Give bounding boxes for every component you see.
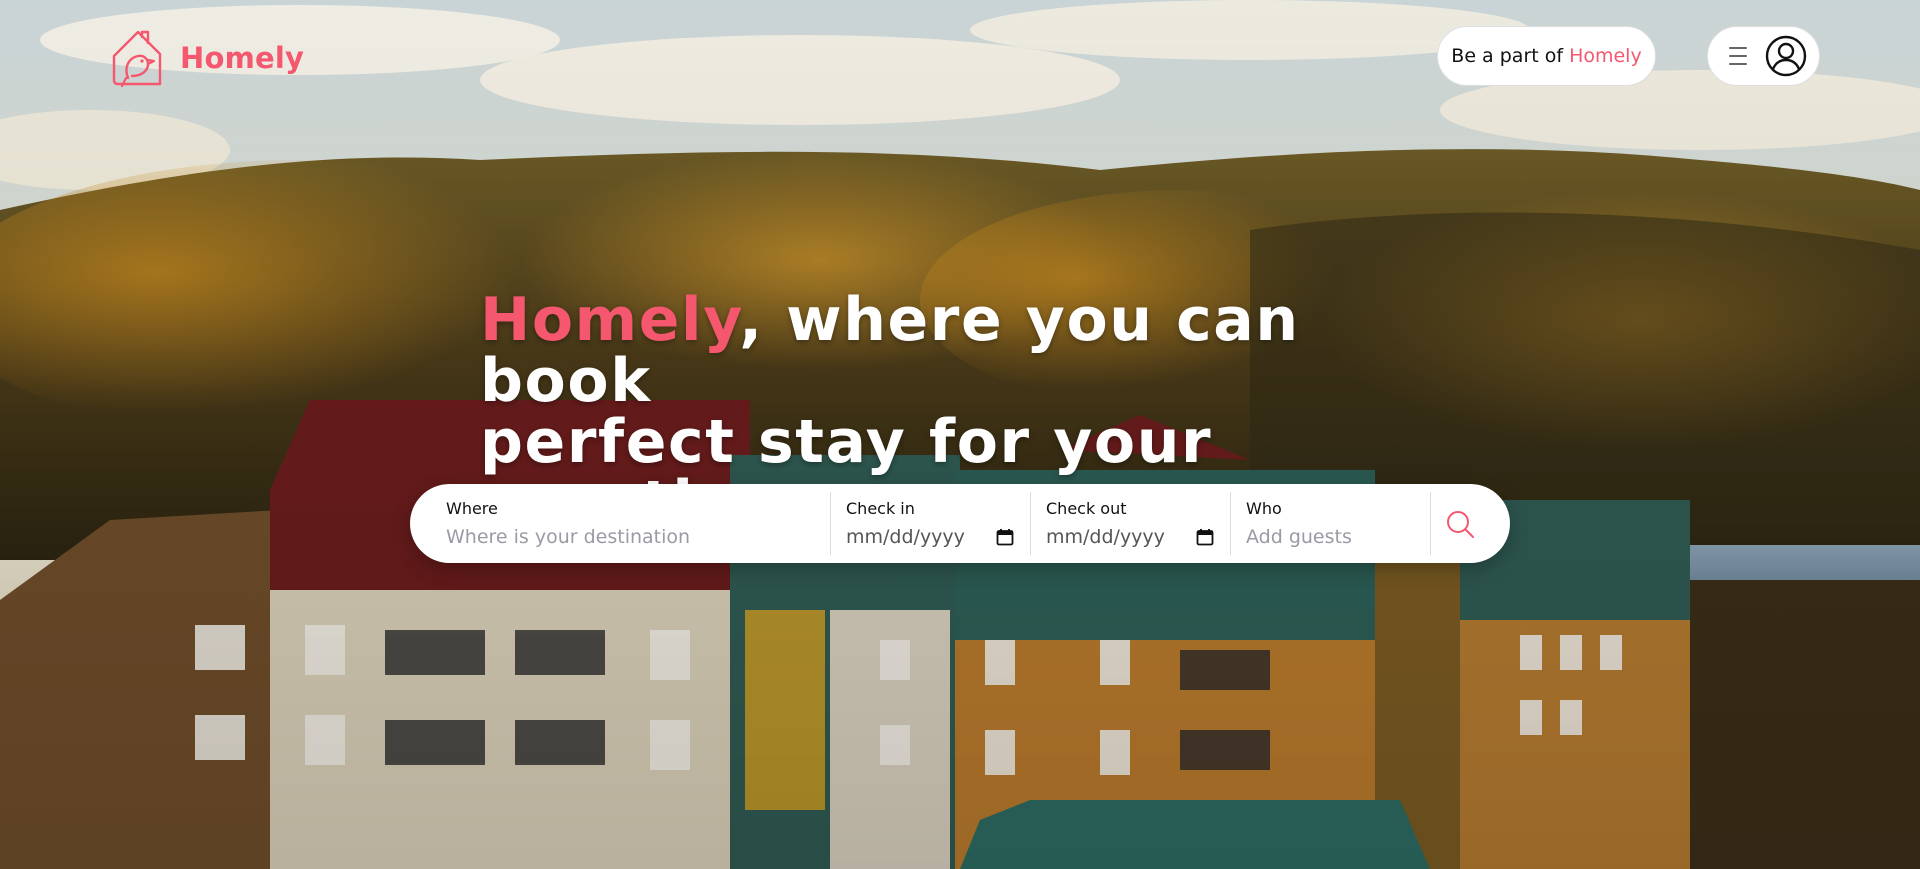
become-host-button[interactable]: Be a part of Homely <box>1437 26 1656 86</box>
cta-brand-text: Homely <box>1569 45 1642 67</box>
check-in-field[interactable]: Check in mm/dd/yyyy <box>830 484 1030 563</box>
brand-name: Homely <box>180 41 305 75</box>
house-bird-logo-icon <box>112 30 162 88</box>
search-bar: Where Check in mm/dd/yyyy Check out mm/d… <box>410 484 1510 563</box>
hamburger-icon <box>1729 47 1747 65</box>
who-label: Who <box>1246 499 1282 518</box>
calendar-icon[interactable] <box>996 528 1014 546</box>
check-out-label: Check out <box>1046 499 1127 518</box>
where-field[interactable]: Where <box>410 484 830 563</box>
headline-brand: Homely <box>480 285 740 355</box>
user-circle-icon <box>1765 35 1807 77</box>
guests-input[interactable] <box>1246 526 1414 548</box>
check-out-field[interactable]: Check out mm/dd/yyyy <box>1030 484 1230 563</box>
check-in-placeholder: mm/dd/yyyy <box>846 526 965 548</box>
logo-link[interactable]: Homely <box>110 28 304 88</box>
site-header: Homely Be a part of Homely <box>0 0 1920 115</box>
calendar-icon[interactable] <box>1196 528 1214 546</box>
where-label: Where <box>446 499 498 518</box>
cta-prefix-text: Be a part of <box>1451 45 1564 67</box>
check-in-label: Check in <box>846 499 915 518</box>
who-field[interactable]: Who <box>1230 484 1430 563</box>
search-icon <box>1447 510 1474 538</box>
account-menu-button[interactable] <box>1707 26 1820 86</box>
check-out-placeholder: mm/dd/yyyy <box>1046 526 1165 548</box>
search-button[interactable] <box>1430 484 1510 563</box>
destination-input[interactable] <box>446 526 814 548</box>
check-out-date-input[interactable]: mm/dd/yyyy <box>1046 526 1214 548</box>
check-in-date-input[interactable]: mm/dd/yyyy <box>846 526 1014 548</box>
